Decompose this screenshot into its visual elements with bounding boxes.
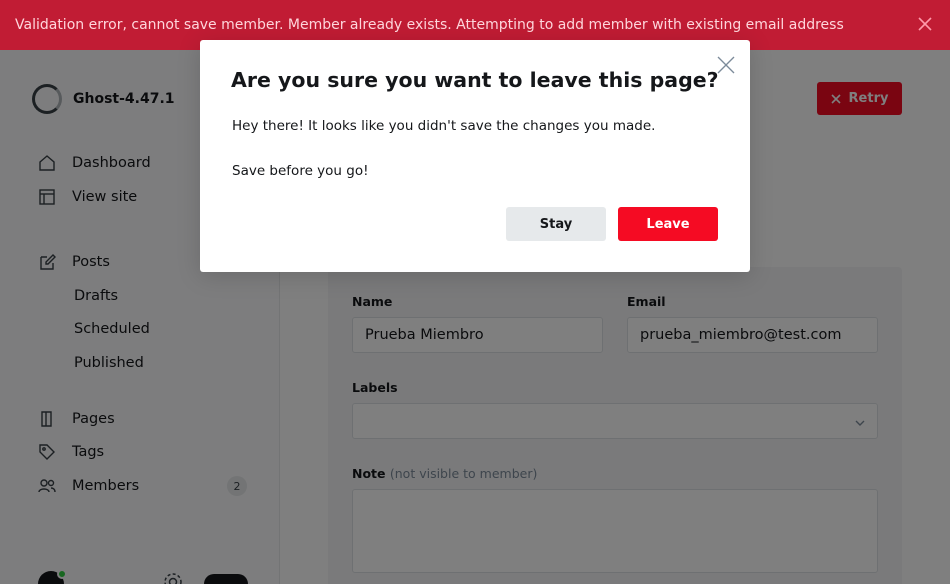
modal-submessage: Save before you go! [232,163,369,179]
alert-message: Validation error, cannot save member. Me… [15,17,844,33]
leave-page-modal: Are you sure you want to leave this page… [200,40,750,272]
close-icon[interactable] [918,17,932,31]
modal-message: Hey there! It looks like you didn't save… [232,118,656,134]
close-icon[interactable] [717,56,735,74]
modal-title: Are you sure you want to leave this page… [231,68,719,92]
leave-button[interactable]: Leave [618,207,718,241]
stay-button[interactable]: Stay [506,207,606,241]
